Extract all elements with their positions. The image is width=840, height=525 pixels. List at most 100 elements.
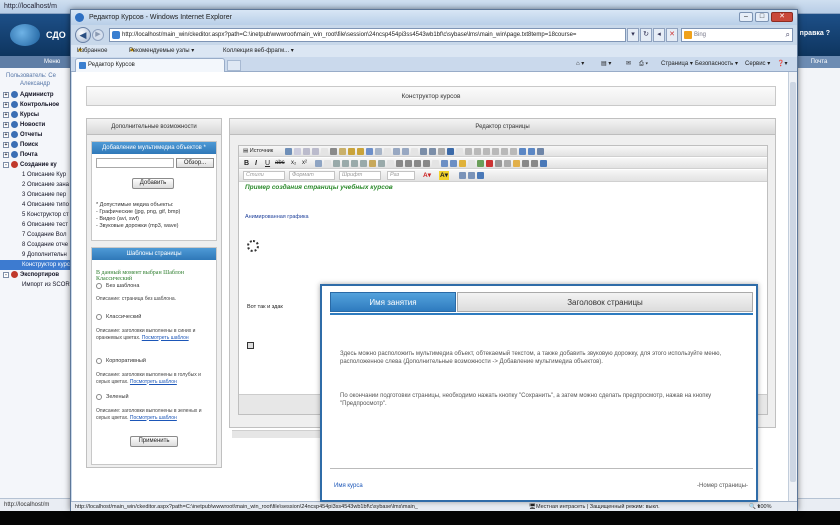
superscript-button[interactable]: x² [302,159,307,168]
new-page-icon[interactable] [294,148,301,155]
unlink-icon[interactable] [450,160,457,167]
find-icon[interactable] [420,148,427,155]
home-icon[interactable]: ⌂ ▾ [576,58,584,71]
justify-icon[interactable] [423,160,430,167]
remove-format-icon[interactable] [315,160,322,167]
source-button[interactable]: ▤ Источник [243,147,273,156]
paste-icon[interactable] [348,148,355,155]
template-green-radio[interactable]: Зеленый [96,393,129,401]
browse-button[interactable]: Обзор... [176,158,214,168]
security-menu[interactable]: Безопасность ▾ [695,58,738,71]
tree-item[interactable]: + Отчеты [0,130,71,140]
tree-item[interactable]: - Создание ку [0,160,71,170]
minimize-icon[interactable]: – [739,12,753,22]
tools-menu[interactable]: Сервис ▾ [745,58,770,71]
tree-item[interactable]: 2 Описание зана [0,180,71,190]
page-break-icon[interactable] [531,160,538,167]
tree-item[interactable]: - Экспортиров [0,270,71,280]
spellcheck-icon[interactable] [447,148,454,155]
tree-item[interactable]: + Почта [0,150,71,160]
tree-item[interactable]: + Поиск [0,140,71,150]
forward-icon[interactable]: ▶ [92,29,104,41]
tree-item[interactable]: + Новости [0,120,71,130]
underline-button[interactable]: U [265,159,270,168]
save-icon[interactable] [285,148,292,155]
expand-icon[interactable]: + [3,132,9,138]
new-tab-button[interactable] [227,60,241,71]
indent-icon[interactable] [360,160,367,167]
web-slice-gallery[interactable]: Коллекция веб-фрагм... ▾ [223,45,294,57]
preview-icon[interactable] [303,148,310,155]
vertical-scrollbar[interactable] [788,72,797,501]
menu-link[interactable]: Меню [44,56,60,68]
apply-button[interactable]: Применить [130,436,178,447]
feeds-icon[interactable]: ▤ ▾ [601,58,611,71]
template-corporate-radio[interactable]: Корпоративный [96,357,146,365]
expand-icon[interactable]: + [3,92,9,98]
paste-text-icon[interactable] [357,148,364,155]
help-icon[interactable]: ❓▾ [777,58,787,71]
tree-item[interactable]: 7 Создание Вол [0,230,71,240]
close-icon[interactable]: ✕ [771,12,793,22]
anchor-icon[interactable] [459,160,466,167]
scrollbar-thumb[interactable] [790,82,796,482]
tree-item[interactable]: 4 Описание типо [0,200,71,210]
button-icon[interactable] [519,148,526,155]
format-select[interactable]: Формат [289,171,335,180]
print-icon[interactable]: ⎙ ▾ [639,58,648,71]
checkbox-icon[interactable] [474,148,481,155]
special-char-icon[interactable] [522,160,529,167]
tree-item[interactable]: 5 Конструктор ст [0,210,71,220]
align-center-icon[interactable] [405,160,412,167]
hidden-field-icon[interactable] [537,148,544,155]
maximize-icon[interactable]: □ [755,12,769,22]
tree-item[interactable]: 3 Описание пер [0,190,71,200]
address-bar[interactable]: http://localhost/main_win/ckeditor.aspx?… [109,28,626,42]
div-icon[interactable] [378,160,385,167]
italic-button[interactable]: I [255,159,257,168]
tree-item[interactable]: 8 Создание отче [0,240,71,250]
tree-item[interactable]: + Курсы [0,110,71,120]
tree-item[interactable]: + Администр [0,90,71,100]
file-input[interactable] [96,158,174,168]
back-history-icon[interactable]: ◂ [653,28,665,42]
template-classic-radio[interactable]: Классический [96,313,141,321]
right-header-link[interactable]: правка ? [800,30,830,37]
print-icon[interactable] [375,148,382,155]
image-icon[interactable] [477,160,484,167]
form-icon[interactable] [465,148,472,155]
tree-item[interactable]: Конструктор курс [0,260,71,270]
collapse-icon[interactable]: - [3,162,9,168]
tree-item[interactable]: 9 Дополнительн [0,250,71,260]
font-select[interactable]: Шрифт [339,171,381,180]
tab-page-heading[interactable]: Заголовок страницы [457,292,753,312]
templates-icon[interactable] [312,148,319,155]
bullet-list-icon[interactable] [342,160,349,167]
undo-icon[interactable] [393,148,400,155]
table-icon[interactable] [495,160,502,167]
textfield-icon[interactable] [492,148,499,155]
search-input[interactable]: Bing ⌕ [681,28,793,42]
flash-icon[interactable] [486,160,493,167]
redo-icon[interactable] [402,148,409,155]
page-menu[interactable]: Страница ▾ [661,58,693,71]
bg-color-button[interactable]: A▾ [439,171,449,180]
expand-icon[interactable]: + [3,112,9,118]
size-select[interactable]: Раз [387,171,415,180]
stop-icon[interactable]: ✕ [666,28,678,42]
view-template-link[interactable]: Посмотреть шаблон [130,379,177,385]
maximize-editor-icon[interactable] [459,172,466,179]
expand-icon[interactable]: + [3,152,9,158]
template-none-radio[interactable]: Без шаблона [96,282,139,290]
tree-item[interactable]: + Контрольное [0,100,71,110]
expand-icon[interactable]: + [3,142,9,148]
replace-icon[interactable] [429,148,436,155]
refresh-icon[interactable]: ↻ [640,28,652,42]
view-template-link[interactable]: Посмотреть шаблон [130,415,177,421]
textarea-icon[interactable] [501,148,508,155]
tree-item[interactable]: Импорт из SCOR [0,280,71,290]
align-right-icon[interactable] [414,160,421,167]
bold-button[interactable]: B [244,159,249,168]
zoom-level[interactable]: 🔍 100% ▾ [749,502,771,512]
select-all-icon[interactable] [438,148,445,155]
